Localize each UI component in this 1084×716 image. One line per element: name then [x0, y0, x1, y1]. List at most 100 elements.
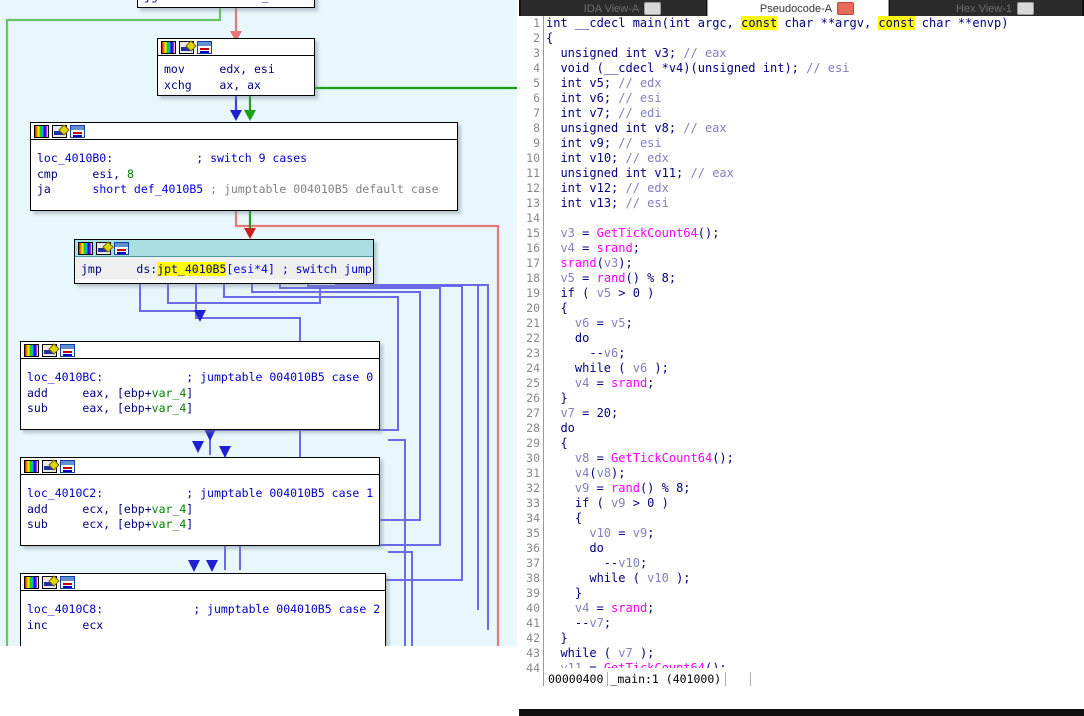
code-line[interactable]: int v12; // edx [546, 181, 1084, 196]
code-line[interactable]: { [546, 301, 1084, 316]
code-line[interactable]: v4 = srand; [546, 241, 1084, 256]
code-line[interactable]: unsigned int v11; // eax [546, 166, 1084, 181]
line-number: 13 [526, 196, 540, 210]
graph-node-switch-head[interactable]: loc_4010B0: ; switch 9 cases cmp esi, 8 … [30, 122, 458, 211]
palette-icon[interactable] [161, 40, 176, 54]
code-line[interactable]: do [546, 541, 1084, 556]
code-line[interactable]: { [546, 31, 1084, 46]
node-header-toolbar[interactable] [31, 123, 457, 140]
pencil-icon[interactable] [96, 241, 111, 255]
code-line[interactable]: if ( v5 > 0 ) [546, 286, 1084, 301]
graph-node-top[interactable]: jge short loc_401000 [137, 0, 315, 8]
code-line[interactable]: srand(v3); [546, 256, 1084, 271]
pencil-icon[interactable] [42, 575, 57, 589]
code-line[interactable]: int v10; // edx [546, 151, 1084, 166]
code-line[interactable]: int v6; // esi [546, 91, 1084, 106]
code-line[interactable]: } [546, 631, 1084, 646]
graph-node-case1[interactable]: loc_4010C2: ; jumptable 004010B5 case 1 … [20, 457, 380, 546]
code-line[interactable]: int v7; // edi [546, 106, 1084, 121]
code-line[interactable]: v9 = rand() % 8; [546, 481, 1084, 496]
code-line[interactable]: v4 = srand; [546, 376, 1084, 391]
line-number: 12 [526, 181, 540, 195]
code-line[interactable]: --v6; [546, 346, 1084, 361]
node-disasm-body: loc_4010C8: ; jumptable 004010B5 case 2 … [27, 602, 381, 632]
code-line[interactable]: if ( v9 > 0 ) [546, 496, 1084, 511]
line-number: 38 [526, 571, 540, 585]
node-header-toolbar[interactable] [21, 574, 385, 591]
code-line[interactable]: v4(v8); [546, 466, 1084, 481]
line-number: 16 [526, 241, 540, 255]
code-line[interactable]: } [546, 586, 1084, 601]
snapshot-icon[interactable] [197, 40, 212, 54]
pseudocode-status-bar: 00000400 _main:1 (401000) [546, 671, 1076, 687]
pencil-icon[interactable] [42, 459, 57, 473]
code-line[interactable]: int __cdecl main(int argc, const char **… [546, 16, 1084, 31]
code-line[interactable]: v6 = v5; [546, 316, 1084, 331]
tab-label: Hex View-1 [955, 3, 1013, 15]
line-number: 31 [526, 466, 540, 480]
line-number: 24 [526, 361, 540, 375]
graph-node-case0[interactable]: loc_4010BC: ; jumptable 004010B5 case 0 … [20, 341, 380, 430]
code-line[interactable]: v11 = GetTickCount64(); [546, 661, 1084, 668]
snapshot-icon[interactable] [60, 459, 75, 473]
code-line[interactable]: while ( v7 ); [546, 646, 1084, 661]
code-line[interactable]: do [546, 331, 1084, 346]
pencil-icon[interactable] [179, 40, 194, 54]
code-line[interactable]: v8 = GetTickCount64(); [546, 451, 1084, 466]
node-header-toolbar[interactable] [158, 39, 314, 56]
ida-graph-view[interactable]: jge short loc_401000 mov edx, esi xchg a… [0, 0, 517, 646]
line-number: 41 [526, 616, 540, 630]
palette-icon[interactable] [34, 124, 49, 138]
code-line[interactable]: unsigned int v3; // eax [546, 46, 1084, 61]
palette-icon[interactable] [24, 575, 39, 589]
code-line[interactable]: --v7; [546, 616, 1084, 631]
close-icon[interactable] [837, 2, 855, 15]
node-header-toolbar[interactable] [21, 342, 379, 359]
code-line[interactable]: v7 = 20; [546, 406, 1084, 421]
code-line[interactable]: --v10; [546, 556, 1084, 571]
node-header-toolbar[interactable] [21, 458, 379, 475]
code-line[interactable]: int v5; // edx [546, 76, 1084, 91]
code-line[interactable]: int v9; // esi [546, 136, 1084, 151]
code-line[interactable]: void (__cdecl *v4)(unsigned int); // esi [546, 61, 1084, 76]
close-icon[interactable] [1017, 2, 1035, 15]
tab-pseudocode-a[interactable]: Pseudocode-A [707, 0, 889, 16]
code-line[interactable]: v5 = rand() % 8; [546, 271, 1084, 286]
code-line[interactable]: while ( v6 ); [546, 361, 1084, 376]
palette-icon[interactable] [78, 241, 93, 255]
pseudocode-editor[interactable]: 1 2 3 4 5 6 7 8 9 10 11 12 13 14 15 16 17 18 19 20 21 22 23 24 2… [519, 16, 1084, 686]
line-number: 26 [526, 391, 540, 405]
code-line[interactable]: int v13; // esi [546, 196, 1084, 211]
code-line[interactable]: { [546, 436, 1084, 451]
tab-ida-view-a[interactable]: IDA View-A [521, 0, 706, 16]
code-line[interactable]: v10 = v9; [546, 526, 1084, 541]
code-line[interactable]: v4 = srand; [546, 601, 1084, 616]
pencil-icon[interactable] [52, 124, 67, 138]
pencil-icon[interactable] [42, 343, 57, 357]
code-line[interactable]: while ( v10 ); [546, 571, 1084, 586]
tab-hex-view-1[interactable]: Hex View-1 [890, 0, 1082, 16]
line-number: 25 [526, 376, 540, 390]
graph-node-mov[interactable]: mov edx, esi xchg ax, ax [157, 38, 315, 96]
code-line[interactable]: { [546, 511, 1084, 526]
palette-icon[interactable] [24, 459, 39, 473]
line-number: 3 [533, 46, 540, 60]
snapshot-icon[interactable] [114, 241, 129, 255]
pseudocode-lines[interactable]: int __cdecl main(int argc, const char **… [546, 16, 1084, 668]
snapshot-icon[interactable] [60, 575, 75, 589]
code-line[interactable]: v3 = GetTickCount64(); [546, 226, 1084, 241]
code-line[interactable]: unsigned int v8; // eax [546, 121, 1084, 136]
snapshot-icon[interactable] [70, 124, 85, 138]
graph-node-jumptable[interactable]: jmp ds:jpt_4010B5[esi*4] ; switch jump [74, 239, 374, 284]
snapshot-icon[interactable] [60, 343, 75, 357]
code-line[interactable]: } [546, 391, 1084, 406]
line-number: 4 [533, 61, 540, 75]
code-line[interactable]: do [546, 421, 1084, 436]
pseudocode-pane: IDA View-A Pseudocode-A Hex View-1 12345… [519, 0, 1084, 716]
graph-node-case2[interactable]: loc_4010C8: ; jumptable 004010B5 case 2 … [20, 573, 386, 646]
palette-icon[interactable] [24, 343, 39, 357]
close-icon[interactable] [644, 2, 662, 15]
node-header-toolbar[interactable] [75, 240, 373, 257]
code-line[interactable] [546, 211, 1084, 226]
line-number: 22 [526, 331, 540, 345]
